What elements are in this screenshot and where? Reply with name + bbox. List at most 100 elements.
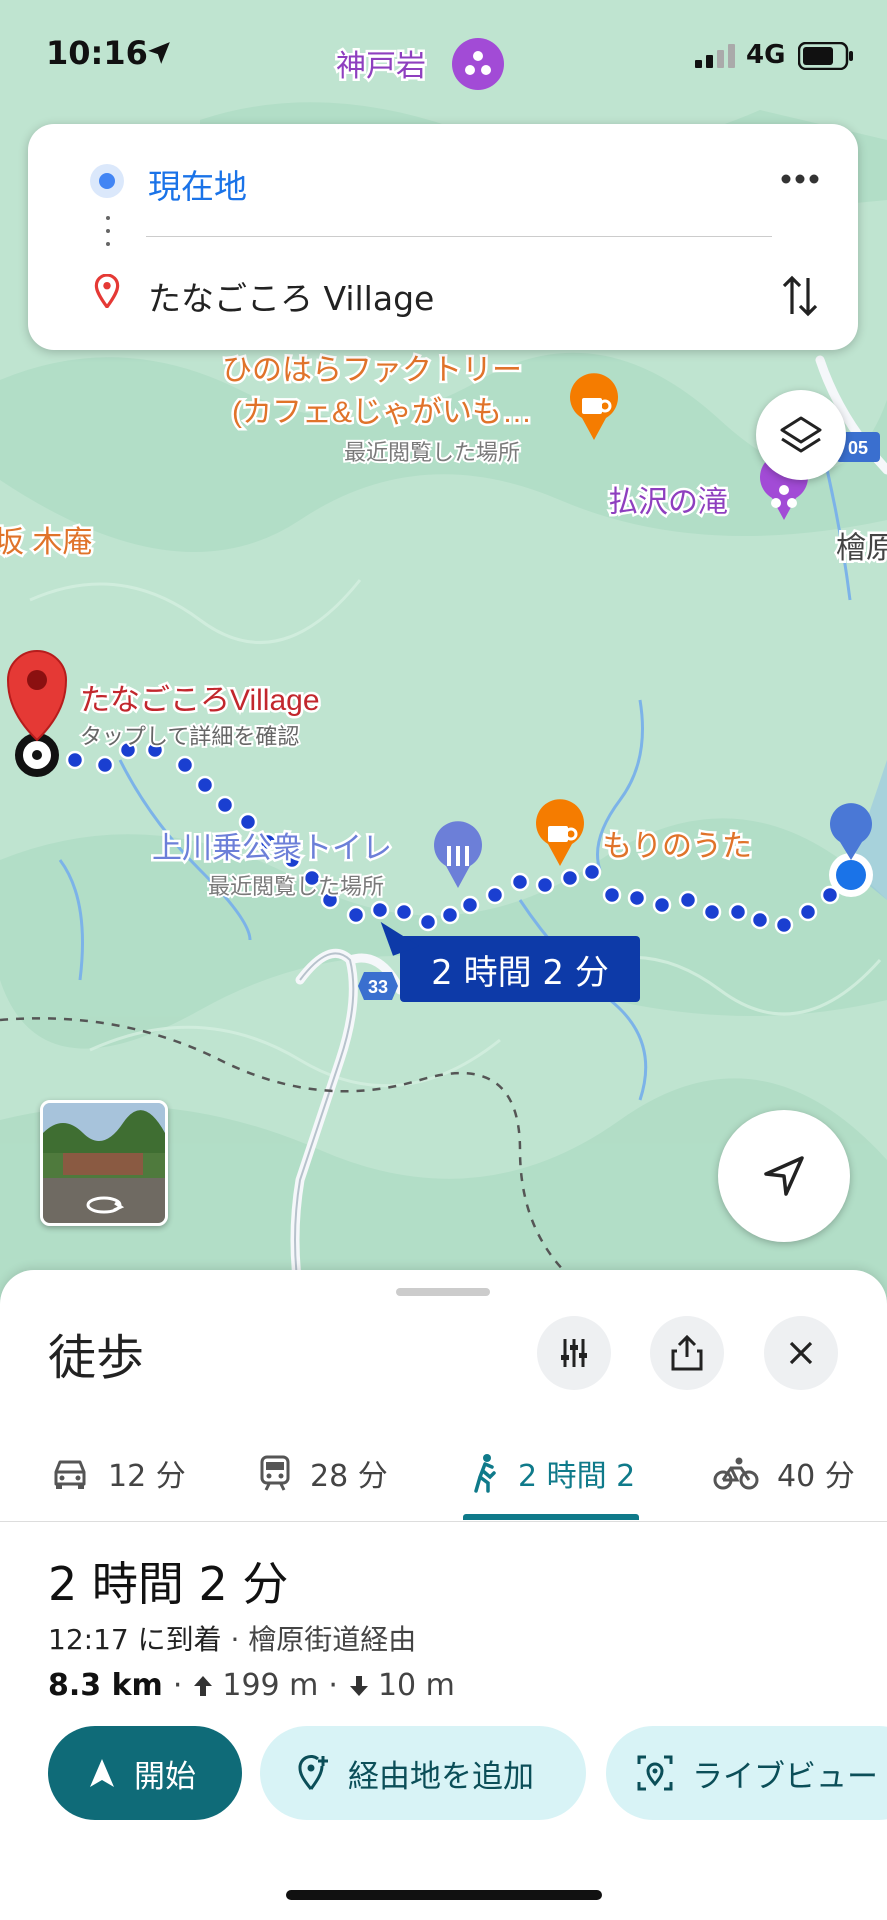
- layers-button[interactable]: [756, 390, 846, 480]
- recenter-button[interactable]: [718, 1110, 850, 1242]
- close-button[interactable]: [764, 1316, 838, 1390]
- walk-icon: [474, 1454, 496, 1493]
- action-buttons: 開始 経由地を追加 ライブビュー: [48, 1726, 887, 1820]
- recently-viewed-label-1: 最近閲覧した場所: [344, 440, 520, 465]
- train-icon: [260, 1455, 290, 1491]
- route-dot: [65, 750, 85, 770]
- directions-sheet: 徒歩 12 分 28 分 2 時間 2 40 分 2 時間 2 分 12:17 …: [0, 1270, 887, 1920]
- route-options-button[interactable]: [537, 1316, 611, 1390]
- route-dot: [535, 875, 555, 895]
- route-dot: [460, 895, 480, 915]
- home-indicator[interactable]: [286, 1890, 602, 1900]
- live-view-icon: [637, 1755, 673, 1791]
- destination-pin-icon: [94, 274, 120, 308]
- add-stop-button-label: 経由地を追加: [348, 1758, 534, 1795]
- add-location-icon: [298, 1754, 328, 1790]
- status-bar: 10:16 4G: [0, 0, 887, 110]
- route-dot: [728, 902, 748, 922]
- route-dot: [238, 812, 258, 832]
- svg-text:33: 33: [368, 977, 388, 997]
- route-dot: [798, 902, 818, 922]
- route-duration: 2 時間 2 分: [48, 1557, 289, 1611]
- separator: ·: [328, 1668, 338, 1703]
- hinohara-edge-label: 檜原: [836, 532, 887, 565]
- tab-bicycle[interactable]: 40 分: [713, 1448, 855, 1498]
- hinohara-factory-label-1: ひのはらファクトリー: [222, 354, 522, 387]
- route-dot: [510, 872, 530, 892]
- tab-drive-label: 12 分: [108, 1459, 186, 1494]
- bicycle-icon: [713, 1457, 759, 1490]
- route-stats: 8.3 km · 199 m · 10 m: [48, 1668, 455, 1703]
- network-type: 4G: [746, 40, 786, 70]
- tab-drive[interactable]: 12 分: [50, 1448, 186, 1498]
- hinohara-factory-label-2: (カフェ&じゃがいも…: [232, 396, 532, 429]
- live-view-button-label: ライブビュー: [692, 1758, 878, 1795]
- route-dot: [750, 910, 770, 930]
- tab-transit[interactable]: 28 分: [258, 1448, 388, 1498]
- road-shield-33: 33: [358, 972, 398, 1000]
- route-dot: [95, 755, 115, 775]
- route-dot: [560, 868, 580, 888]
- origin-dot-icon: [90, 164, 124, 198]
- route-dot: [485, 885, 505, 905]
- location-services-icon: [148, 42, 170, 64]
- route-dot: [175, 755, 195, 775]
- route-duration-text: 2 時間 2 分: [431, 952, 609, 993]
- destination-field[interactable]: たなごころ Village: [148, 272, 434, 320]
- car-icon: [54, 1460, 86, 1489]
- sliders-icon: [561, 1339, 587, 1367]
- route-dot: [774, 915, 794, 935]
- arrow-up-icon: [194, 1675, 213, 1696]
- start-button-label: 開始: [134, 1758, 196, 1795]
- share-icon: [671, 1334, 703, 1371]
- origin-field[interactable]: 現在地: [148, 160, 247, 208]
- route-dot: [370, 900, 390, 920]
- route-ascent: 199 m: [222, 1668, 319, 1703]
- route-dot: [678, 890, 698, 910]
- travel-mode-tabs: 12 分 28 分 2 時間 2 40 分: [0, 1430, 887, 1522]
- route-dot: [702, 902, 722, 922]
- route-duration-badge[interactable]: 2 時間 2 分: [400, 936, 640, 1002]
- route-dot: [346, 905, 366, 925]
- tab-walk-label: 2 時間 2: [518, 1459, 636, 1494]
- close-icon: [789, 1341, 813, 1365]
- route-descent: 10 m: [377, 1668, 455, 1703]
- left-edge-label: 坂 木庵: [0, 526, 92, 559]
- route-dot: [215, 795, 235, 815]
- harasawa-falls-label: 払沢の滝: [608, 486, 728, 519]
- field-divider: [146, 236, 772, 237]
- street-view-thumbnail[interactable]: [40, 1100, 168, 1226]
- arrival-time: 12:17 に到着: [48, 1623, 222, 1656]
- route-connector-icon: [106, 216, 110, 255]
- street-view-image: [43, 1103, 165, 1223]
- share-button[interactable]: [650, 1316, 724, 1390]
- start-button[interactable]: 開始: [48, 1726, 242, 1820]
- active-tab-indicator: [463, 1514, 639, 1520]
- morinouta-label: もりのうた: [602, 830, 752, 863]
- sheet-title: 徒歩: [48, 1330, 145, 1386]
- arrival-info: 12:17 に到着 · 檜原街道経由: [48, 1618, 416, 1658]
- route-dot: [195, 775, 215, 795]
- route-dot: [652, 895, 672, 915]
- cellular-signal-icon: [695, 44, 735, 68]
- route-dot: [440, 905, 460, 925]
- swap-vertical-icon[interactable]: [780, 272, 820, 320]
- destination-pin[interactable]: [6, 650, 68, 777]
- route-dot: [602, 885, 622, 905]
- destination-map-label[interactable]: たなごころVillage: [78, 682, 323, 720]
- svg-text:05: 05: [848, 438, 868, 458]
- recently-viewed-label-2: 最近閲覧した場所: [208, 874, 384, 899]
- sheet-grabber[interactable]: [396, 1288, 490, 1296]
- route-via: · 檜原街道経由: [221, 1623, 417, 1656]
- navigation-arrow-icon: [764, 1156, 804, 1196]
- live-view-button[interactable]: ライブビュー: [606, 1726, 887, 1820]
- destination-map-sublabel[interactable]: タップして詳細を確認: [78, 722, 301, 751]
- tab-walk[interactable]: 2 時間 2: [470, 1448, 635, 1498]
- route-dot: [627, 888, 647, 908]
- route-dot: [582, 862, 602, 882]
- navigation-icon: [90, 1759, 114, 1787]
- separator: ·: [172, 1668, 183, 1703]
- toilet-label: 上川乗公衆トイレ: [152, 832, 392, 865]
- more-options-icon[interactable]: [780, 164, 820, 194]
- add-stop-button[interactable]: 経由地を追加: [260, 1726, 586, 1820]
